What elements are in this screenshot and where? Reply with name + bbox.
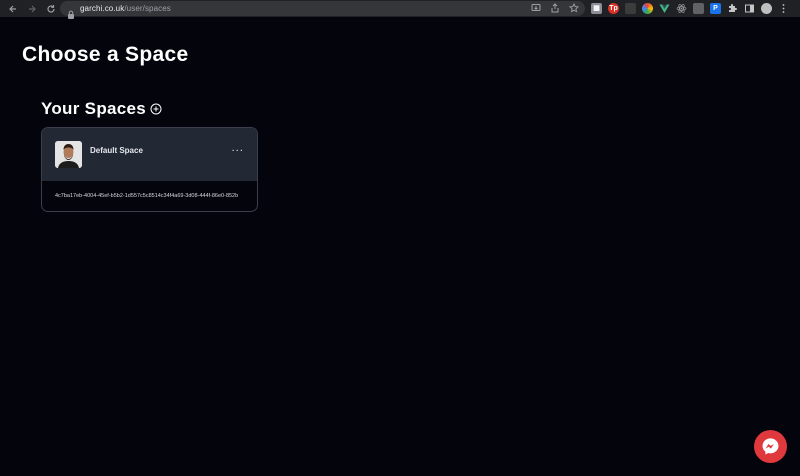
forward-icon[interactable]	[22, 0, 41, 17]
bookmark-star-icon[interactable]	[569, 3, 579, 13]
vue-devtools-icon[interactable]	[659, 3, 670, 14]
kebab-menu-icon[interactable]	[778, 3, 789, 14]
add-space-icon[interactable]	[150, 103, 162, 115]
reload-icon[interactable]	[41, 0, 60, 17]
share-icon[interactable]	[550, 3, 560, 13]
url-path: /user/spaces	[124, 4, 171, 13]
profile-avatar[interactable]	[761, 3, 772, 14]
extension-icon[interactable]: Tp	[608, 3, 619, 14]
react-devtools-icon[interactable]	[676, 3, 687, 14]
url-text: garchi.co.uk/user/spaces	[80, 4, 171, 13]
url-host: garchi.co.uk	[80, 4, 125, 13]
address-bar[interactable]: garchi.co.uk/user/spaces	[60, 1, 585, 19]
section-title: Your Spaces	[41, 99, 147, 118]
browser-toolbar: garchi.co.uk/user/spaces ▦ Tp P	[0, 0, 800, 19]
space-card-header: Default Space ···	[42, 128, 257, 181]
space-card[interactable]: Default Space ··· 4c7ba17eb-4004-45ef-b5…	[41, 127, 258, 212]
section-header: Your Spaces	[41, 99, 162, 119]
space-name: Default Space	[90, 146, 143, 155]
puzzle-icon[interactable]	[727, 3, 738, 14]
side-panel-icon[interactable]	[744, 3, 755, 14]
back-icon[interactable]	[3, 0, 22, 17]
extension-icon[interactable]	[642, 3, 653, 14]
more-options-button[interactable]: ···	[231, 147, 244, 157]
space-id: 4c7ba17eb-4004-45ef-b5b2-1d557c5c8514c34…	[55, 193, 239, 199]
extension-icon[interactable]	[625, 3, 636, 14]
avatar	[55, 141, 82, 168]
extensions-bar: ▦ Tp P	[591, 3, 789, 14]
lock-icon	[67, 4, 75, 19]
messenger-chat-button[interactable]	[754, 430, 787, 463]
messenger-icon	[762, 438, 779, 455]
extension-icon[interactable]: ▦	[591, 3, 602, 14]
page-title: Choose a Space	[22, 43, 189, 66]
install-app-icon[interactable]	[531, 3, 541, 13]
extension-icon[interactable]: P	[710, 3, 721, 14]
extension-icon[interactable]	[693, 3, 704, 14]
